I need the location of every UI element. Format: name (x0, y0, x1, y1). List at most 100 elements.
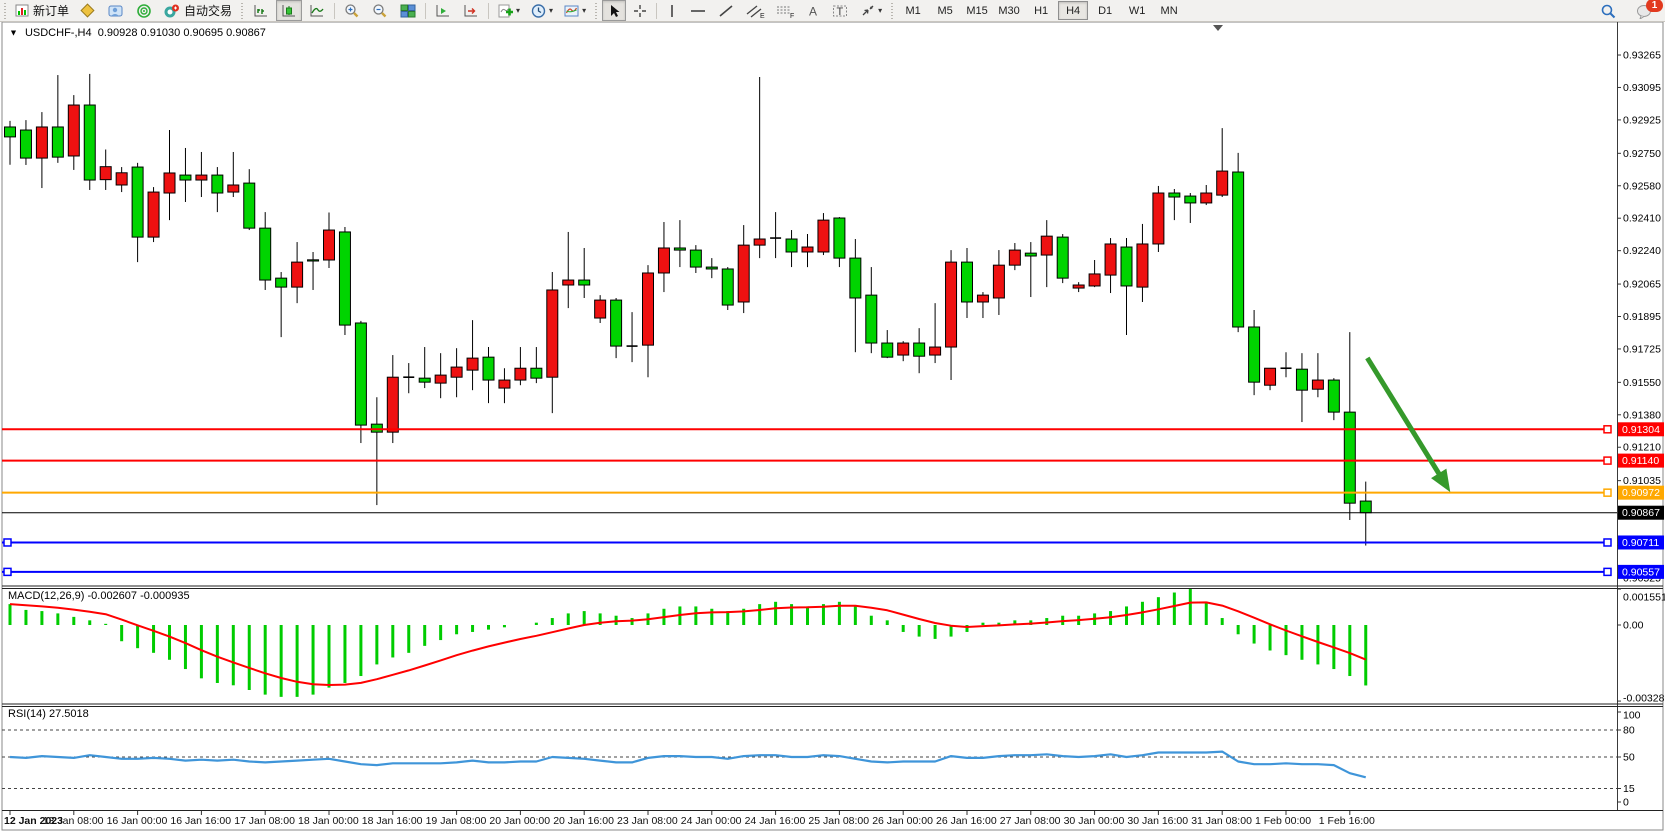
price-axis-label: 0.91035 (1623, 475, 1661, 487)
hline-handle[interactable] (1604, 426, 1611, 433)
profiles-button[interactable] (103, 0, 129, 21)
timeframe-button-h1[interactable]: H1 (1026, 1, 1056, 20)
timeframe-button-h4[interactable]: H4 (1058, 1, 1088, 20)
chart-menu-triangle-icon[interactable]: ▼ (9, 28, 18, 38)
arrows-button[interactable]: ▾ (855, 0, 886, 21)
time-axis-label: 25 Jan 08:00 (808, 815, 869, 827)
price-axis-label: 0.93265 (1623, 50, 1661, 62)
cursor-icon (606, 3, 622, 19)
new-chart-icon (79, 3, 97, 19)
horizontal-line-icon (689, 3, 707, 19)
chat-icon[interactable]: 1 (1632, 0, 1658, 21)
tile-windows-button[interactable] (395, 0, 421, 21)
time-axis-label: 20 Jan 00:00 (489, 815, 550, 827)
rsi-axis-label: 80 (1623, 725, 1635, 737)
hline-handle[interactable] (4, 568, 11, 575)
text-button[interactable]: A (801, 0, 825, 21)
price-tag-label: 0.90557 (1622, 566, 1660, 578)
rsi-value: 27.5018 (49, 708, 89, 720)
search-icon[interactable] (1596, 0, 1621, 21)
text-label-button[interactable]: T (827, 0, 853, 21)
new-chart-button[interactable] (75, 0, 101, 21)
price-axis-label: 0.91895 (1623, 311, 1661, 323)
time-axis-label: 24 Jan 16:00 (745, 815, 806, 827)
zoom-out-button[interactable] (367, 0, 393, 21)
new-order-icon (15, 3, 30, 18)
timeframe-button-d1[interactable]: D1 (1090, 1, 1120, 20)
hline-handle[interactable] (1604, 568, 1611, 575)
new-order-button[interactable]: 新订单 (11, 0, 73, 21)
hline-handle[interactable] (1604, 489, 1611, 496)
crosshair-button[interactable] (628, 0, 652, 21)
signals-icon (135, 3, 153, 19)
rsi-name: RSI(14) (8, 708, 46, 720)
price-axis-label: 0.92580 (1623, 180, 1661, 192)
trendline-icon (717, 3, 735, 19)
chart-window-frame (2, 22, 1663, 830)
time-axis-label: 17 Jan 08:00 (234, 815, 295, 827)
toolbar-grip[interactable] (2, 3, 8, 19)
hline-handle[interactable] (1604, 539, 1611, 546)
svg-text:F: F (790, 13, 794, 19)
time-axis-label: 31 Jan 08:00 (1191, 815, 1252, 827)
channel-icon: E (745, 3, 765, 19)
time-axis-label: 24 Jan 00:00 (681, 815, 742, 827)
chart-candles-button[interactable] (276, 0, 302, 21)
template-icon (563, 3, 581, 19)
toolbar-grip[interactable] (889, 3, 895, 19)
indicators-button[interactable]: ▾ (493, 0, 524, 21)
chart-bars-button[interactable] (248, 0, 274, 21)
timeframe-button-m30[interactable]: M30 (994, 1, 1024, 20)
time-axis-label: 16 Jan 16:00 (170, 815, 231, 827)
time-axis-label: 26 Jan 16:00 (936, 815, 997, 827)
toolbar-grip[interactable] (593, 3, 599, 19)
cursor-button[interactable] (602, 0, 626, 21)
tile-windows-icon (399, 3, 417, 19)
timeframe-button-m15[interactable]: M15 (962, 1, 992, 20)
chart-canvas: 0.932650.930950.929250.927500.925800.924… (0, 0, 1665, 832)
macd-indicator-label: MACD(12,26,9) -0.002607 -0.000935 (8, 590, 190, 602)
templates-button[interactable]: ▾ (559, 0, 590, 21)
dropdown-caret: ▾ (878, 6, 882, 15)
toolbar: 新订单 自动交易 (0, 0, 1665, 22)
vertical-line-button[interactable] (661, 0, 683, 21)
hline-handle[interactable] (4, 539, 11, 546)
hline-handle[interactable] (1604, 457, 1611, 464)
candle (1233, 153, 1244, 332)
fibonacci-button[interactable]: F (771, 0, 799, 21)
timeframe-button-m5[interactable]: M5 (930, 1, 960, 20)
rsi-axis-label: 50 (1623, 752, 1635, 764)
trendline-button[interactable] (713, 0, 739, 21)
rsi-axis-label: 100 (1623, 710, 1641, 722)
auto-scroll-button[interactable] (430, 0, 456, 21)
timeframe-button-m1[interactable]: M1 (898, 1, 928, 20)
price-tag-label: 0.91140 (1622, 455, 1659, 467)
horizontal-line-button[interactable] (685, 0, 711, 21)
price-axis-label: 0.91210 (1623, 442, 1661, 454)
time-axis-label: 18 Jan 16:00 (362, 815, 423, 827)
candle (722, 267, 733, 310)
price-tag-label: 0.90711 (1622, 537, 1659, 549)
chart-line-button[interactable] (304, 0, 330, 21)
timeframe-button-w1[interactable]: W1 (1122, 1, 1152, 20)
toolbar-grip[interactable] (239, 3, 245, 19)
timeframe-button-mn[interactable]: MN (1154, 1, 1184, 20)
zoom-in-button[interactable] (339, 0, 365, 21)
equidistant-channel-button[interactable]: E (741, 0, 769, 21)
rsi-axis-label: 0 (1623, 797, 1629, 809)
periods-button[interactable]: ▾ (526, 0, 557, 21)
rsi-indicator-label: RSI(14) 27.5018 (8, 708, 89, 720)
macd-axis-label: 0.00 (1623, 619, 1644, 631)
signals-button[interactable] (131, 0, 157, 21)
price-axis-label: 0.92065 (1623, 279, 1661, 291)
candle (1057, 234, 1068, 283)
autotrading-button[interactable]: 自动交易 (159, 0, 236, 21)
chart-shift-button[interactable] (458, 0, 484, 21)
price-axis-label: 0.92925 (1623, 114, 1661, 126)
arrows-icon (859, 3, 877, 19)
new-order-label: 新订单 (33, 2, 69, 19)
chart-symbol-period: USDCHF-,H4 (25, 27, 92, 39)
vertical-line-icon (665, 3, 679, 19)
price-tag-label: 0.90867 (1622, 507, 1660, 519)
time-axis-label: 1 Feb 00:00 (1255, 815, 1311, 827)
